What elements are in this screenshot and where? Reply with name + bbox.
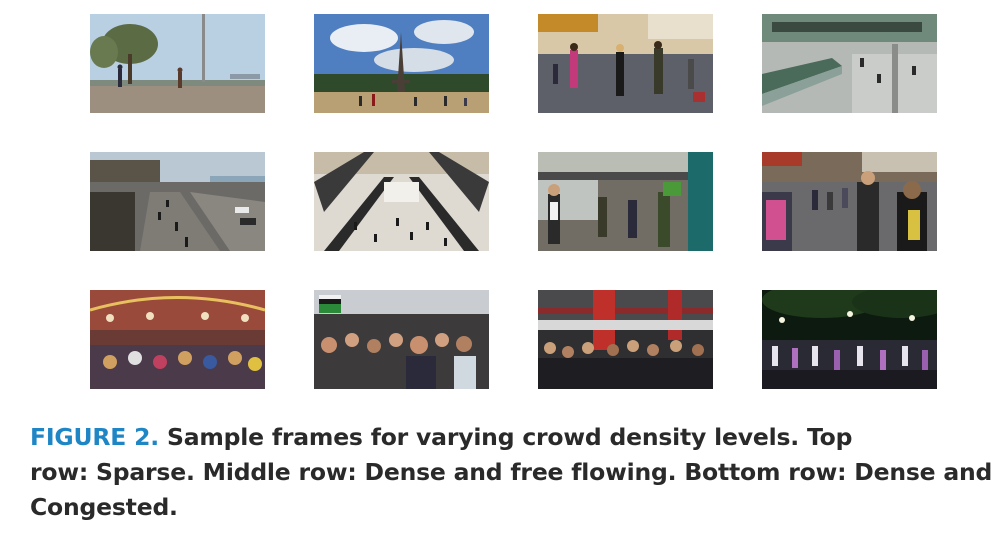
frame-indoor-concourse-sparse [538,14,713,113]
frame-city-street-aerial [90,152,265,251]
frame-atrium-escalator-sparse [762,14,937,113]
figure-image-grid [0,0,1000,400]
frame-station-platform [538,152,713,251]
figure-caption: FIGURE 2. Sample frames for varying crow… [30,420,998,525]
frame-protest-crowd [314,290,489,389]
frame-busy-sidewalk [762,152,937,251]
frame-night-dance-crowd [762,290,937,389]
caption-text-1: Sample frames for varying crowd density … [166,423,853,451]
caption-line-3: Congested. [30,493,178,521]
frame-underground-crowd [538,290,713,389]
frame-mall-escalators [314,152,489,251]
frame-park-plaza-sparse [90,14,265,113]
caption-line-1: FIGURE 2. Sample frames for varying crow… [30,420,998,455]
figure-label: FIGURE 2. [30,423,159,451]
frame-festival-crowd [90,290,265,389]
caption-line-2: row: Sparse. Middle row: Dense and free … [30,458,993,486]
frame-eiffel-tower-sparse [314,14,489,113]
